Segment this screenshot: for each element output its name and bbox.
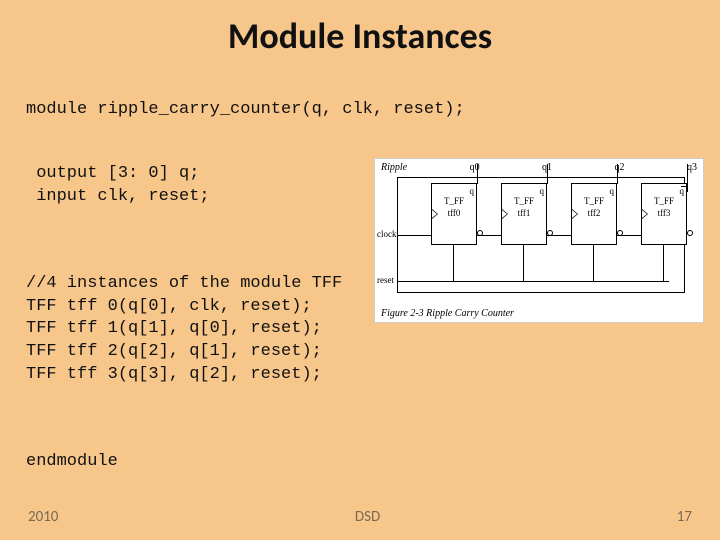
inverter-bubble-icon — [687, 230, 693, 236]
wire-reset-3 — [663, 245, 664, 281]
clock-label: clock — [377, 229, 397, 239]
ff-1: q T_FF tff1 — [501, 183, 547, 245]
footer-page-number: 17 — [677, 508, 692, 526]
code-line-inst1: TFF tff 1(q[1], q[0], reset); — [26, 319, 322, 338]
wire-q3-out — [687, 164, 688, 186]
wire-reset-0 — [453, 245, 454, 281]
slide-footer: 2010 DSD 17 — [0, 508, 720, 526]
ff-3: q T_FF tff3 — [641, 183, 687, 245]
ff-type-label: T_FF — [502, 196, 546, 206]
ff-inst-label: tff0 — [432, 208, 476, 218]
diagram-caption: Figure 2-3 Ripple Carry Counter — [381, 308, 514, 319]
clock-triangle-icon — [432, 209, 438, 219]
ff-qport: q — [470, 186, 475, 196]
ff-inst-label: tff3 — [642, 208, 686, 218]
wire-q2-out — [617, 164, 618, 184]
code-line-module: module ripple_carry_counter(q, clk, rese… — [26, 100, 465, 119]
ff-type-label: T_FF — [642, 196, 686, 206]
wire-clock — [397, 235, 431, 236]
ff-qport: q — [680, 186, 685, 196]
ff-type-label: T_FF — [572, 196, 616, 206]
clock-triangle-icon — [572, 209, 578, 219]
wire-reset-bus — [397, 281, 669, 282]
ff-0: q T_FF tff0 — [431, 183, 477, 245]
code-line-output: output [3: 0] q; — [26, 164, 199, 183]
wire-q0-out — [477, 164, 478, 184]
wire-q3-out2 — [687, 186, 688, 192]
ff-inst-label: tff1 — [502, 208, 546, 218]
ff-type-label: T_FF — [432, 196, 476, 206]
slide-title: Module Instances — [0, 0, 720, 76]
code-line-comment: //4 instances of the module TFF — [26, 274, 342, 293]
wire-q3-stub — [681, 186, 687, 187]
code-line-endmodule: endmodule — [26, 452, 118, 471]
clock-triangle-icon — [642, 209, 648, 219]
wire-reset-1 — [523, 245, 524, 281]
ff-qport: q — [610, 186, 615, 196]
code-line-inst2: TFF tff 2(q[2], q[1], reset); — [26, 342, 322, 361]
footer-center: DSD — [355, 508, 380, 526]
wire-chain-12 — [547, 235, 571, 236]
ff-qport: q — [540, 186, 545, 196]
ff-inst-label: tff2 — [572, 208, 616, 218]
reset-label: reset — [377, 275, 394, 285]
clock-triangle-icon — [502, 209, 508, 219]
footer-year: 2010 — [28, 508, 58, 526]
wire-reset-2 — [593, 245, 594, 281]
ff-2: q T_FF tff2 — [571, 183, 617, 245]
code-line-inst0: TFF tff 0(q[0], clk, reset); — [26, 297, 312, 316]
wire-chain-01 — [477, 235, 501, 236]
code-line-inst3: TFF tff 3(q[3], q[2], reset); — [26, 365, 322, 384]
ripple-counter-diagram: Ripple q0 q1 q2 q3 clock reset q T_FF tf… — [374, 158, 704, 323]
code-line-input: input clk, reset; — [26, 187, 210, 206]
diagram-q0-label: q0 — [470, 162, 480, 173]
wire-q1-out — [547, 164, 548, 184]
diagram-q3-label: q3 — [687, 162, 697, 173]
wire-chain-23 — [617, 235, 641, 236]
diagram-module-label: Ripple — [381, 162, 407, 173]
